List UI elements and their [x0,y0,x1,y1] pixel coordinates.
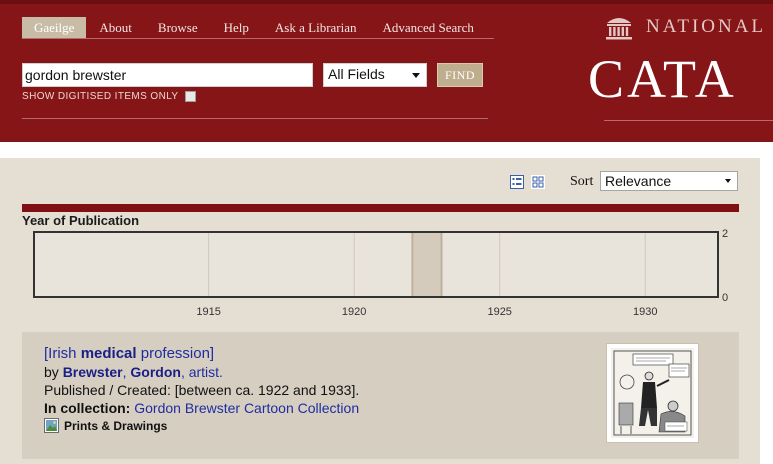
result-title-highlight: medical [80,345,137,362]
chart-bar-1922 [411,231,443,298]
nav-help[interactable]: Help [211,17,262,39]
nav-divider [22,38,494,39]
result-format: Prints & Drawings [44,418,167,433]
chart-plot-area [34,232,718,297]
result-collection: In collection: Gordon Brewster Cartoon C… [44,400,359,416]
result-title-link[interactable]: [Irish medical profession] [44,345,214,362]
nav-ask-a-librarian[interactable]: Ask a Librarian [262,17,370,39]
chevron-down-icon [412,73,420,78]
search-input[interactable] [22,63,313,87]
find-button[interactable]: FIND [437,63,483,87]
image-format-icon [44,418,59,433]
format-label: Prints & Drawings [64,418,168,433]
chart-x-tick-label: 1925 [487,306,511,318]
brand-national: NATIONAL [646,16,767,37]
result-item: [Irish medical profession] by Brewster, … [22,332,739,459]
year-of-publication-chart: 1915 1920 1925 1930 2 0 [33,228,728,318]
digitised-checkbox[interactable] [184,91,196,102]
library-building-icon [606,18,632,40]
nav-about[interactable]: About [86,17,145,39]
nav-gaeilge[interactable]: Gaeilge [22,17,87,39]
chart-x-tick-label: 1930 [633,306,657,318]
chart-x-tick-label: 1920 [342,306,366,318]
brand-divider [604,120,773,121]
collection-label: In collection: [44,400,131,416]
result-published: Published / Created: [between ca. 1922 a… [44,382,360,398]
brand: NATIONAL [604,14,766,40]
header-top-line [0,0,773,4]
chart-x-tick-label: 1915 [196,306,220,318]
result-title-open: [Irish [44,345,81,362]
search-divider [22,118,488,119]
search-field-value: All Fields [328,66,385,82]
result-title-close: profession] [136,345,215,362]
author-last-link[interactable]: Brewster [63,364,123,380]
digitised-label: SHOW DIGITISED ITEMS ONLY [22,91,179,102]
top-nav: Gaeilge About Browse Help Ask a Libraria… [22,17,487,39]
nav-browse[interactable]: Browse [145,17,211,39]
result-thumbnail[interactable] [606,343,699,443]
chart-y-tick-label: 2 [722,228,728,240]
search-field-select[interactable]: All Fields [323,63,427,87]
collection-link[interactable]: Gordon Brewster Cartoon Collection [134,400,359,416]
nav-advanced-search[interactable]: Advanced Search [370,17,487,39]
site-header: Gaeilge About Browse Help Ask a Libraria… [0,0,773,142]
result-author-line: by Brewster, Gordon, artist. [44,364,223,380]
digitised-filter: SHOW DIGITISED ITEMS ONLY [22,91,196,102]
author-role-link[interactable]: , artist. [181,364,223,380]
results-panel: Sort Relevance Year of Publication 1915 1… [0,158,760,464]
brand-catalogue: CATA [588,49,737,109]
author-first-link[interactable]: Gordon [130,364,181,380]
result-by-prefix: by [44,364,63,380]
cartoon-thumbnail [611,348,694,438]
chart-y-tick-label: 0 [722,292,728,304]
